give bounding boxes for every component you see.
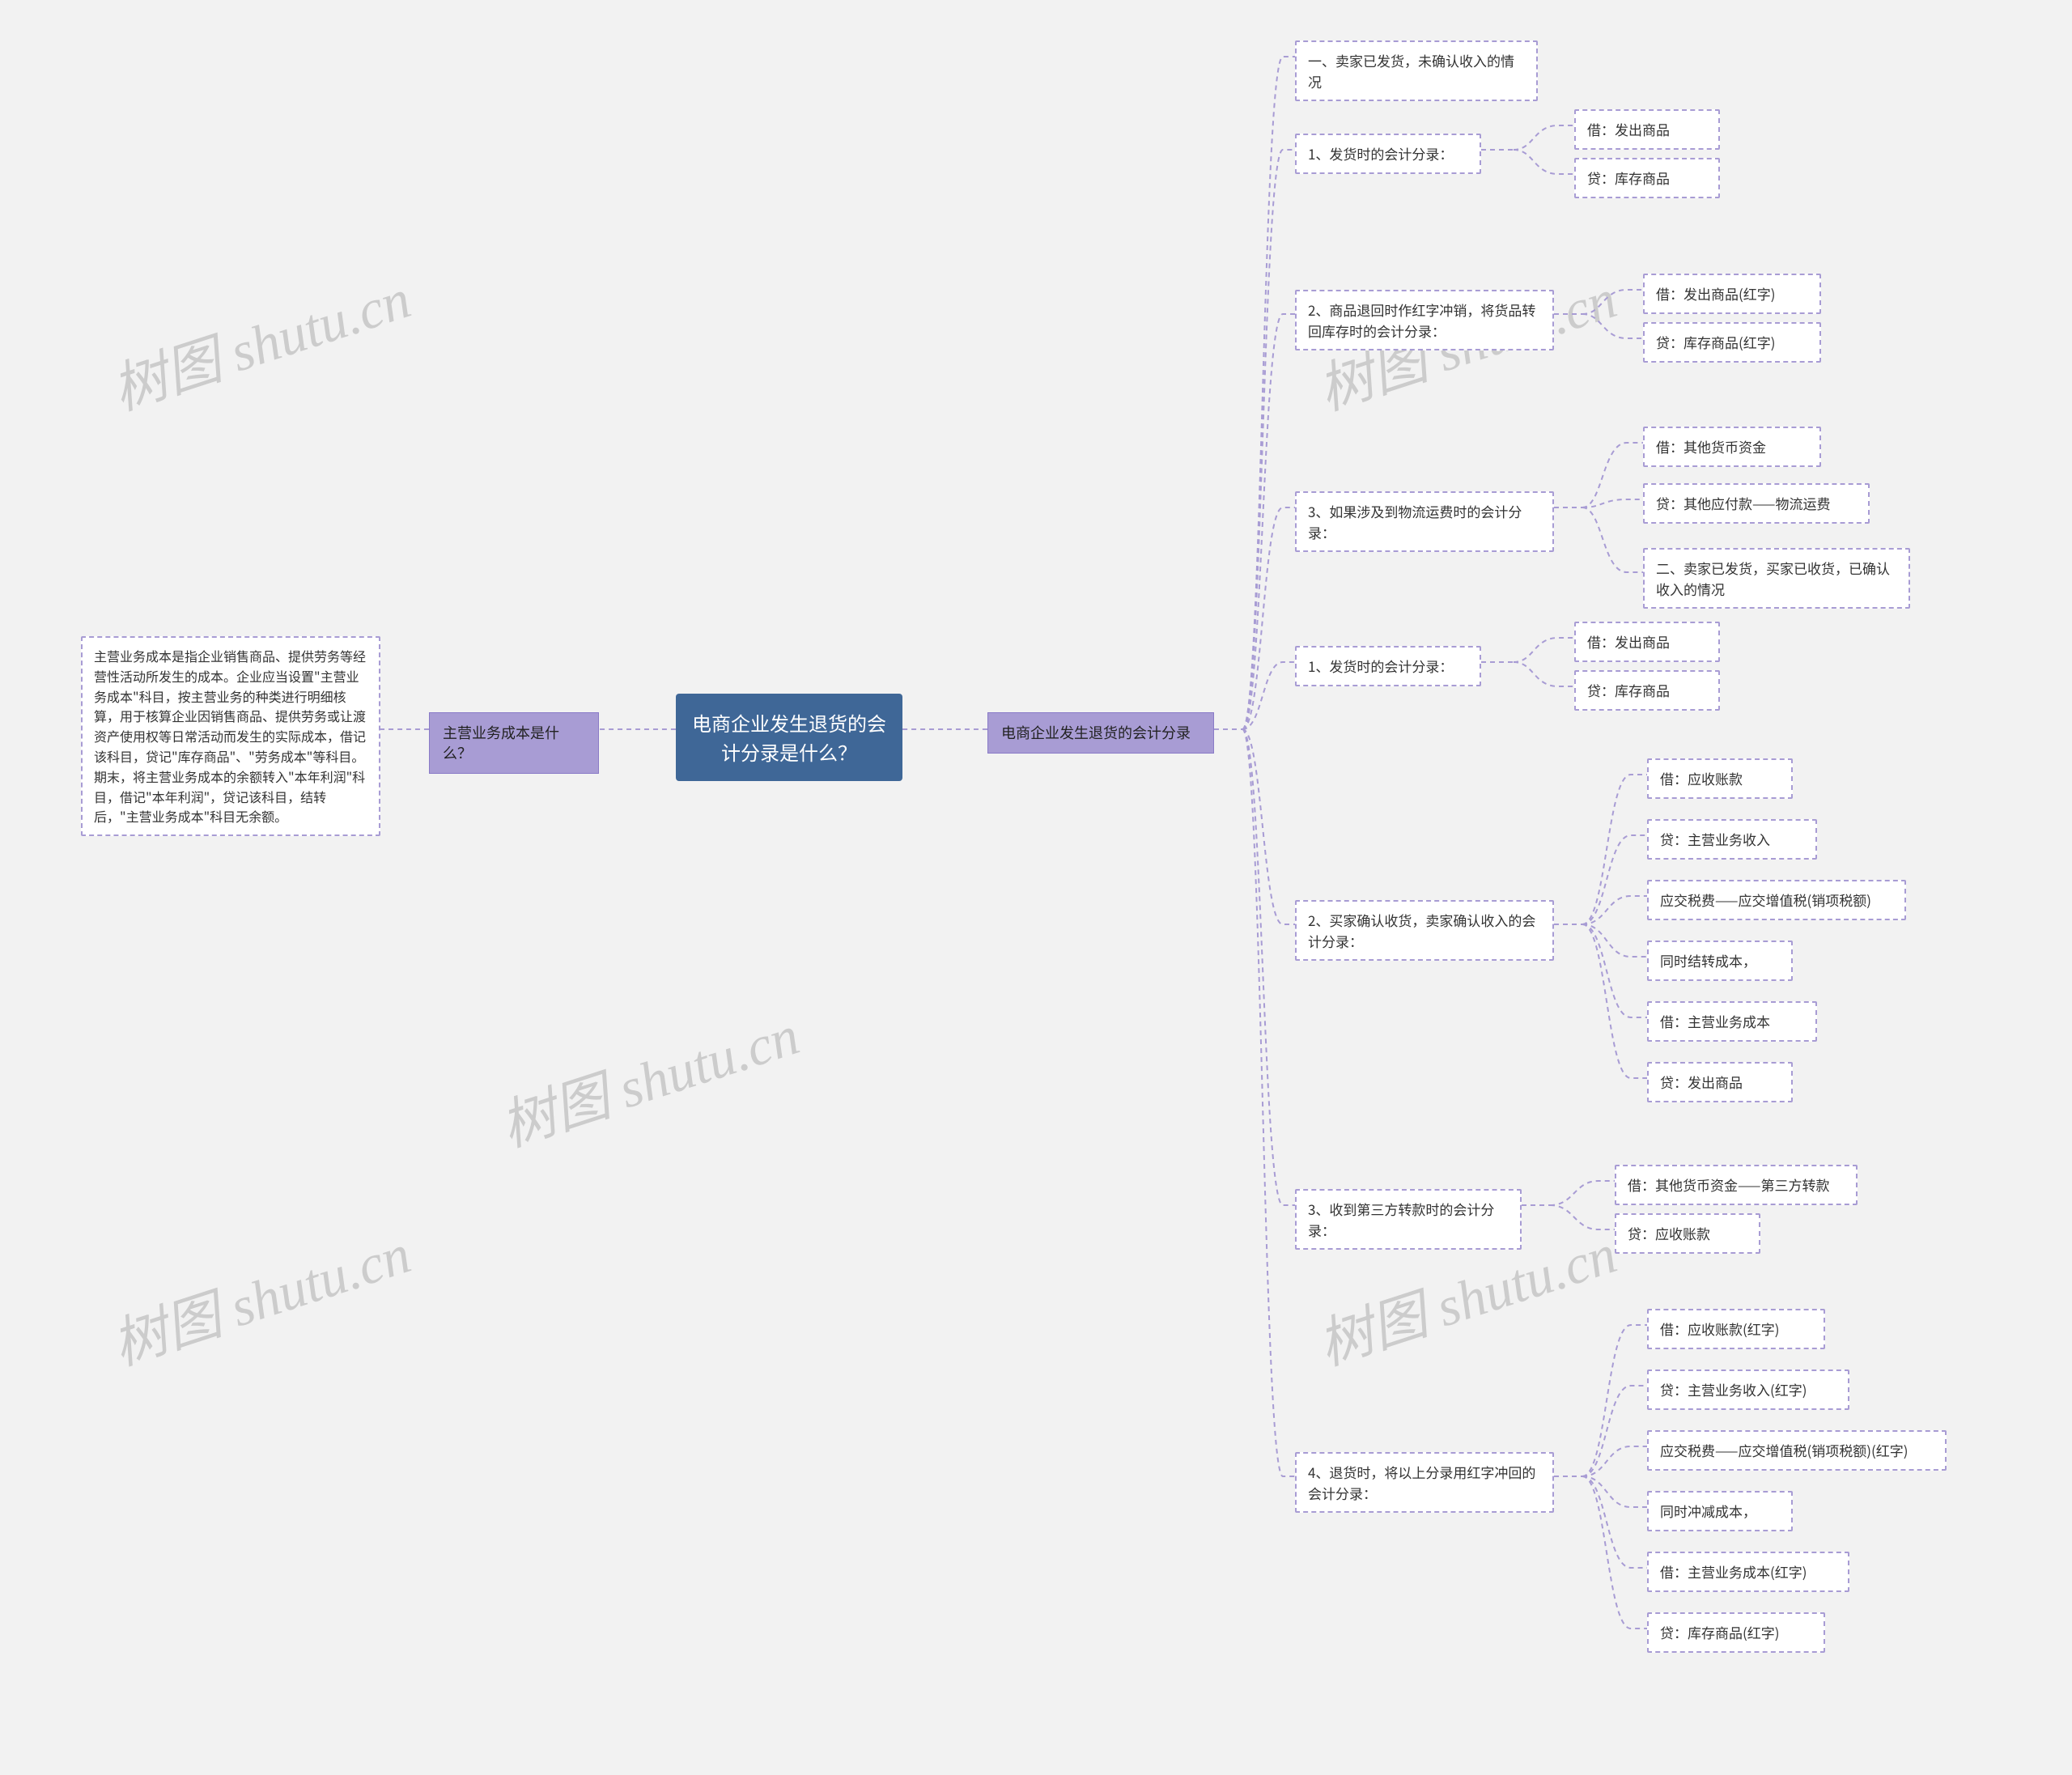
n2-2f: 贷：发出商品 [1647,1062,1793,1102]
n1-1b: 贷：库存商品 [1574,158,1720,198]
n2-4c: 应交税费——应交增值税(销项税额)(红字) [1647,1430,1947,1471]
n2-1b: 贷：库存商品 [1574,670,1720,711]
n2-1: 1、发货时的会计分录： [1295,646,1481,686]
n2-2e: 借：主营业务成本 [1647,1001,1817,1042]
n1-3: 3、如果涉及到物流运费时的会计分录： [1295,491,1554,552]
n2-2b: 贷：主营业务收入 [1647,819,1817,860]
left-leaf: 主营业务成本是指企业销售商品、提供劳务等经营性活动所发生的成本。企业应当设置"主… [81,636,380,836]
root-node[interactable]: 电商企业发生退货的会计分录是什么？ [676,694,902,781]
n2-4f: 贷：库存商品(红字) [1647,1612,1825,1653]
n2-1a: 借：发出商品 [1574,622,1720,662]
n1-2a: 借：发出商品(红字) [1643,274,1821,314]
n2-4a: 借：应收账款(红字) [1647,1309,1825,1349]
n2-4e: 借：主营业务成本(红字) [1647,1552,1849,1592]
n2-4d: 同时冲减成本， [1647,1491,1793,1531]
section-1-title: 一、卖家已发货，未确认收入的情况 [1295,40,1538,101]
n2-4: 4、退货时，将以上分录用红字冲回的会计分录： [1295,1452,1554,1513]
watermark: 树图 shutu.cn [489,990,807,1161]
right-l1[interactable]: 电商企业发生退货的会计分录 [987,712,1214,754]
n1-3a: 借：其他货币资金 [1643,427,1821,467]
section-2-title: 二、卖家已发货，买家已收货，已确认收入的情况 [1643,548,1910,609]
left-l1[interactable]: 主营业务成本是什么？ [429,712,599,774]
n1-1a: 借：发出商品 [1574,109,1720,150]
n2-4b: 贷：主营业务收入(红字) [1647,1369,1849,1410]
n2-2: 2、买家确认收货，卖家确认收入的会计分录： [1295,900,1554,961]
watermark: 树图 shutu.cn [100,1208,418,1380]
n2-2c: 应交税费——应交增值税(销项税额) [1647,880,1906,920]
n1-2: 2、商品退回时作红字冲销，将货品转回库存时的会计分录： [1295,290,1554,350]
n2-2a: 借：应收账款 [1647,758,1793,799]
n1-2b: 贷：库存商品(红字) [1643,322,1821,363]
watermark: 树图 shutu.cn [100,253,418,425]
n1-1: 1、发货时的会计分录： [1295,134,1481,174]
n2-3a: 借：其他货币资金——第三方转款 [1615,1165,1858,1205]
n2-3: 3、收到第三方转款时的会计分录： [1295,1189,1522,1250]
n2-3b: 贷：应收账款 [1615,1213,1760,1254]
n2-2d: 同时结转成本， [1647,941,1793,981]
n1-3b: 贷：其他应付款——物流运费 [1643,483,1870,524]
